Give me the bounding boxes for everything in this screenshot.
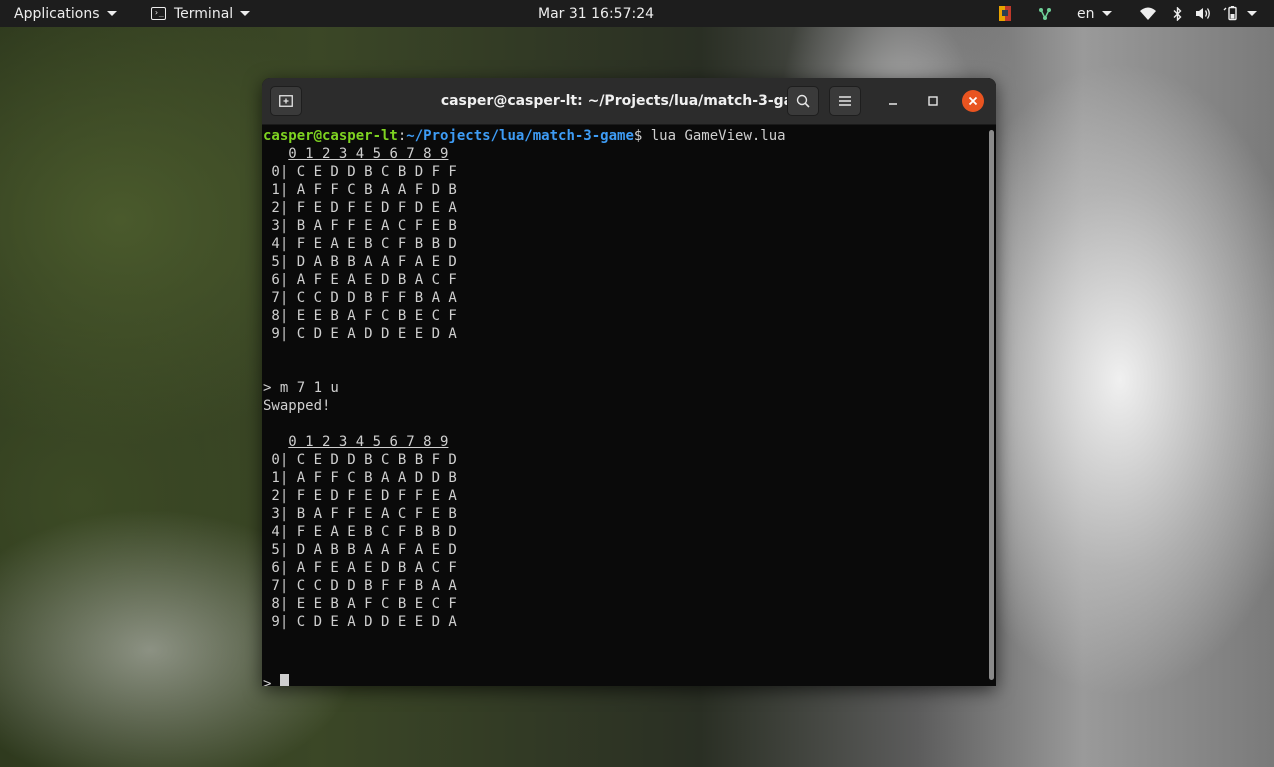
volume-icon[interactable] xyxy=(1195,0,1213,27)
bluetooth-icon[interactable] xyxy=(1170,0,1184,27)
status-message: Swapped! xyxy=(263,398,331,414)
chevron-down-icon xyxy=(240,11,251,16)
board-row: 6| A F E A E D B A C F xyxy=(263,560,457,576)
header-bar: casper@casper-lt: ~/Projects/lua/match-3… xyxy=(262,78,996,125)
board-row: 2| F E D F E D F D E A xyxy=(263,200,457,216)
board-row: 5| D A B B A A F A E D xyxy=(263,254,457,270)
text-cursor xyxy=(279,674,289,686)
header-indent xyxy=(263,434,288,450)
prompt-line: casper@casper-lt:~/Projects/lua/match-3-… xyxy=(263,127,983,145)
maximize-icon xyxy=(928,96,938,106)
maximize-button[interactable] xyxy=(922,90,944,112)
chevron-down-icon xyxy=(1247,11,1257,16)
language-menu[interactable]: en xyxy=(1077,0,1112,27)
command-text: lua GameView.lua xyxy=(650,128,786,144)
board1-header: 0 1 2 3 4 5 6 7 8 9 xyxy=(263,145,983,163)
prompt-dollar: $ xyxy=(633,128,651,144)
applications-menu[interactable]: Applications xyxy=(14,0,117,27)
close-button[interactable] xyxy=(962,90,984,112)
board-row: 3| B A F F E A C F E B xyxy=(263,218,457,234)
board-row: 1| A F F C B A A D D B xyxy=(263,470,457,486)
prompt-path: ~/Projects/lua/match-3-game xyxy=(406,128,634,144)
app-indicator-icon[interactable] xyxy=(996,0,1014,27)
clock[interactable]: Mar 31 16:57:24 xyxy=(538,0,654,27)
column-header: 0 1 2 3 4 5 6 7 8 9 xyxy=(288,434,449,450)
new-tab-button[interactable] xyxy=(270,86,302,116)
board-row: 2| F E D F E D F F E A xyxy=(263,488,457,504)
board-row: 6| A F E A E D B A C F xyxy=(263,272,457,288)
board-row: 8| E E B A F C B E C F xyxy=(263,596,457,612)
board-row: 0| C E D D B C B D F F xyxy=(263,164,457,180)
hamburger-icon xyxy=(839,96,851,106)
board-row: 4| F E A E B C F B B D xyxy=(263,524,457,540)
new-tab-icon xyxy=(279,95,293,107)
applications-label: Applications xyxy=(14,5,100,22)
header-indent xyxy=(263,146,288,162)
top-bar: Applications ›_ Terminal Mar 31 16:57:24… xyxy=(0,0,1274,27)
search-icon xyxy=(796,94,810,108)
chevron-down-icon xyxy=(1101,11,1112,16)
board-row: 4| F E A E B C F B B D xyxy=(263,236,457,252)
menu-button[interactable] xyxy=(829,86,861,116)
prompt-user: casper@casper-lt xyxy=(263,128,398,144)
board-row: 7| C C D D B F F B A A xyxy=(263,290,457,306)
board-row: 0| C E D D B C B B F D xyxy=(263,452,457,468)
terminal-output[interactable]: casper@casper-lt:~/Projects/lua/match-3-… xyxy=(263,127,983,686)
board-row: 3| B A F F E A C F E B xyxy=(263,506,457,522)
minimize-icon xyxy=(889,103,897,105)
network-share-icon[interactable] xyxy=(1036,0,1054,27)
scrollbar[interactable] xyxy=(989,130,994,680)
board-row: 9| C D E A D D E E D A xyxy=(263,614,457,630)
system-menu[interactable] xyxy=(1245,0,1257,27)
clock-label: Mar 31 16:57:24 xyxy=(538,5,655,22)
language-label: en xyxy=(1077,5,1095,22)
close-icon xyxy=(968,96,978,106)
board-row: 5| D A B B A A F A E D xyxy=(263,542,457,558)
board-row: 8| E E B A F C B E C F xyxy=(263,308,457,324)
battery-icon[interactable] xyxy=(1222,0,1242,27)
terminal-icon: ›_ xyxy=(151,7,166,20)
input-line: > m 7 1 u xyxy=(263,380,339,396)
board-row: 7| C C D D B F F B A A xyxy=(263,578,457,594)
chevron-down-icon xyxy=(106,11,117,16)
minimize-button[interactable] xyxy=(882,90,904,112)
active-prompt-line[interactable]: > xyxy=(263,674,983,686)
board-row: 9| C D E A D D E E D A xyxy=(263,326,457,342)
terminal-app-label: Terminal xyxy=(174,5,234,22)
search-button[interactable] xyxy=(787,86,819,116)
terminal-window: casper@casper-lt: ~/Projects/lua/match-3… xyxy=(262,78,996,686)
board2-header: 0 1 2 3 4 5 6 7 8 9 xyxy=(263,433,983,451)
terminal-app-menu[interactable]: ›_ Terminal xyxy=(151,0,251,27)
active-prompt: > xyxy=(263,676,280,686)
board-row: 1| A F F C B A A F D B xyxy=(263,182,457,198)
column-header: 0 1 2 3 4 5 6 7 8 9 xyxy=(288,146,449,162)
wifi-icon[interactable] xyxy=(1139,0,1157,27)
